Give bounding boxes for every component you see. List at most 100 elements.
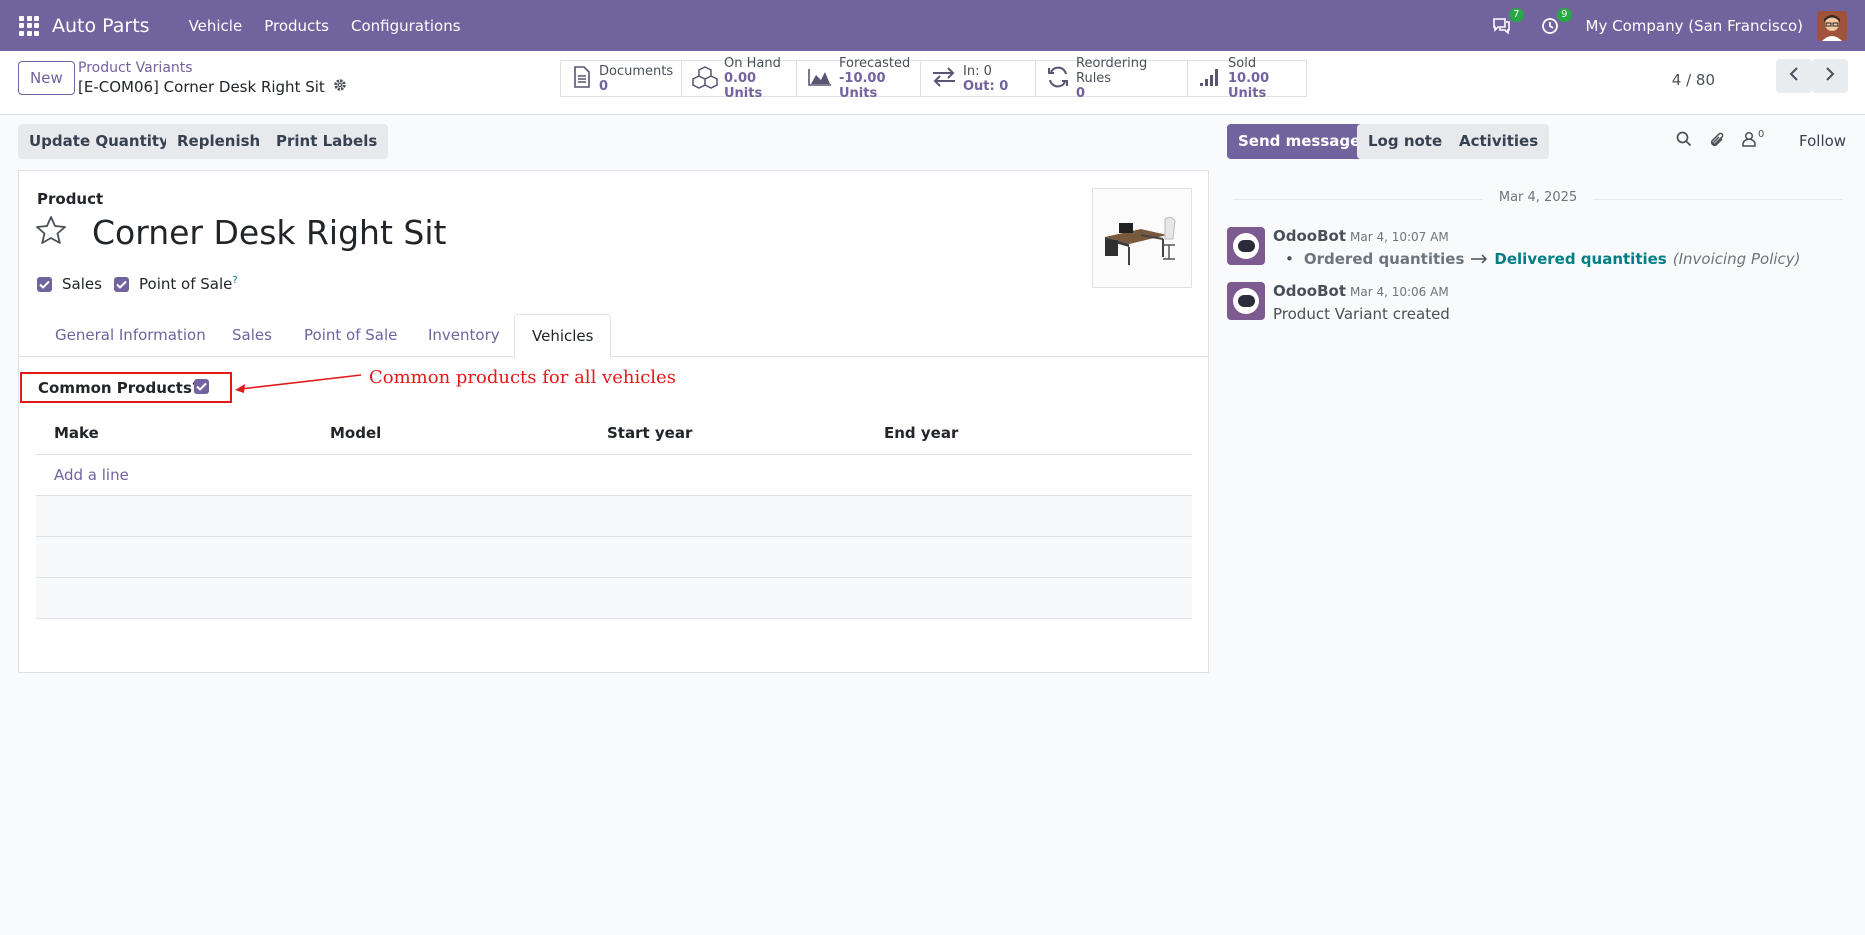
favorite-star-icon[interactable] [35,215,67,249]
apps-menu-icon[interactable] [19,15,39,36]
pager-next-button[interactable] [1812,59,1848,93]
chevron-left-icon [1789,67,1799,85]
sales-checkbox-field[interactable]: Sales [37,275,102,293]
cubes-icon [692,65,718,93]
arrow-right-icon [1470,250,1488,268]
product-label: Product [37,190,104,208]
message-body: Product Variant created [1273,305,1450,323]
bullet-icon: • [1285,250,1294,268]
column-end-year[interactable]: End year [884,424,958,442]
replenish-button[interactable]: Replenish [166,124,272,159]
message-date: Mar 4, 10:06 AM [1350,285,1449,299]
common-products-label: Common Products? [38,379,201,397]
company-switcher[interactable]: My Company (San Francisco) [1586,17,1803,35]
chevron-right-icon [1825,67,1835,85]
table-header: Make Model Start year End year [36,412,1192,455]
refresh-icon [1046,65,1070,93]
menu-configurations[interactable]: Configurations [340,17,472,35]
form-sheet: Product Corner Desk Right Sit Sales Poin… [18,170,1209,673]
table-row [36,496,1192,537]
log-note-button[interactable]: Log note [1357,124,1454,159]
help-tooltip[interactable]: ? [232,275,237,286]
table-row: Add a line [36,455,1192,496]
new-button[interactable]: New [18,61,75,95]
follow-button[interactable]: Follow [1799,132,1846,150]
signal-icon [1198,67,1222,91]
tab-inventory[interactable]: Inventory [428,314,500,357]
annotation-arrow [235,374,362,393]
activities-badge: 9 [1557,7,1572,22]
pos-label: Point of Sale? [139,275,238,293]
new-value: Delivered quantities [1494,250,1667,268]
tab-sales[interactable]: Sales [232,314,272,357]
column-model[interactable]: Model [330,424,381,442]
column-start-year[interactable]: Start year [607,424,692,442]
table-row [36,537,1192,578]
paperclip-icon[interactable] [1709,131,1725,149]
area-chart-icon [807,67,833,91]
pos-checkbox-field[interactable]: Point of Sale? [114,275,238,293]
top-navbar: Auto Parts Vehicle Products Configuratio… [0,0,1865,51]
sold-smart-button[interactable]: Sold 10.00 Units [1188,56,1306,101]
record-name: [E-COM06] Corner Desk Right Sit [78,78,325,96]
annotation-text: Common products for all vehicles [369,367,676,388]
print-labels-button[interactable]: Print Labels [265,124,389,159]
tracking-value: • Ordered quantities Delivered quantitie… [1285,250,1801,268]
tab-vehicles[interactable]: Vehicles [514,314,612,358]
date-separator: Mar 4, 2025 [1233,190,1843,205]
breadcrumb-parent[interactable]: Product Variants [78,60,193,76]
messaging-icon[interactable]: 7 [1490,7,1524,38]
notebook-tabs: General Information Sales Point of Sale … [19,314,1208,358]
reordering-rules-smart-button[interactable]: Reordering Rules 0 [1036,56,1188,101]
activity-clock-icon[interactable]: 9 [1538,7,1572,38]
send-message-button[interactable]: Send message [1227,124,1372,159]
message-author: OdooBot Mar 4, 10:06 AM [1273,282,1449,300]
document-icon [571,65,593,93]
main-menu: Vehicle Products Configurations [178,17,472,35]
exchange-icon [931,66,957,92]
chatter-message: OdooBot Mar 4, 10:07 AM • Ordered quantit… [1227,227,1827,275]
menu-vehicle[interactable]: Vehicle [178,17,254,35]
followers-button[interactable]: 0 [1742,128,1765,151]
tab-general-information[interactable]: General Information [55,314,206,357]
pager-value[interactable]: 4 / 80 [1672,71,1715,89]
smart-buttons: Documents 0 On Hand 0.00 Units Forecasted -… [560,56,1307,101]
odoobot-avatar[interactable] [1227,282,1265,320]
odoobot-avatar[interactable] [1227,227,1265,265]
chatter-message: OdooBot Mar 4, 10:06 AM Product Variant c… [1227,282,1827,330]
vehicles-table: Make Model Start year End year Add a lin… [36,412,1192,619]
control-panel: New Product Variants [E-COM06] Corner De… [0,51,1865,115]
app-name[interactable]: Auto Parts [52,15,150,37]
systray: 7 9 My Company (San Francisco) [1490,0,1865,51]
search-messages-icon[interactable] [1676,131,1692,147]
add-line-link[interactable]: Add a line [54,466,129,484]
gear-icon[interactable] [333,78,347,96]
menu-products[interactable]: Products [253,17,340,35]
user-avatar[interactable] [1817,10,1847,41]
tracked-field: (Invoicing Policy) [1672,250,1801,268]
in-out-smart-button[interactable]: In: 0 Out: 0 [921,61,1036,96]
breadcrumb-current: [E-COM06] Corner Desk Right Sit [78,78,347,96]
tab-point-of-sale[interactable]: Point of Sale [304,314,397,357]
documents-smart-button[interactable]: Documents 0 [561,61,682,96]
column-make[interactable]: Make [54,424,99,442]
followers-count: 0 [1758,128,1765,140]
old-value: Ordered quantities [1303,250,1465,268]
product-name-field[interactable]: Corner Desk Right Sit [92,213,446,252]
activities-button[interactable]: Activities [1448,124,1550,159]
user-icon [1742,131,1756,151]
common-products-checkbox[interactable] [194,379,209,394]
message-date: Mar 4, 10:07 AM [1350,230,1449,244]
table-row [36,578,1192,619]
product-image[interactable] [1092,188,1192,288]
messages-badge: 7 [1509,7,1524,22]
common-products-highlight: Common Products? [20,372,232,403]
pos-checkbox[interactable] [114,276,129,292]
pager-previous-button[interactable] [1776,59,1812,93]
sales-label: Sales [62,275,102,293]
on-hand-smart-button[interactable]: On Hand 0.00 Units [682,56,797,101]
sales-checkbox[interactable] [37,276,52,292]
update-quantity-button[interactable]: Update Quantity [18,124,180,159]
message-author: OdooBot Mar 4, 10:07 AM [1273,227,1449,245]
forecasted-smart-button[interactable]: Forecasted -10.00 Units [797,56,921,101]
